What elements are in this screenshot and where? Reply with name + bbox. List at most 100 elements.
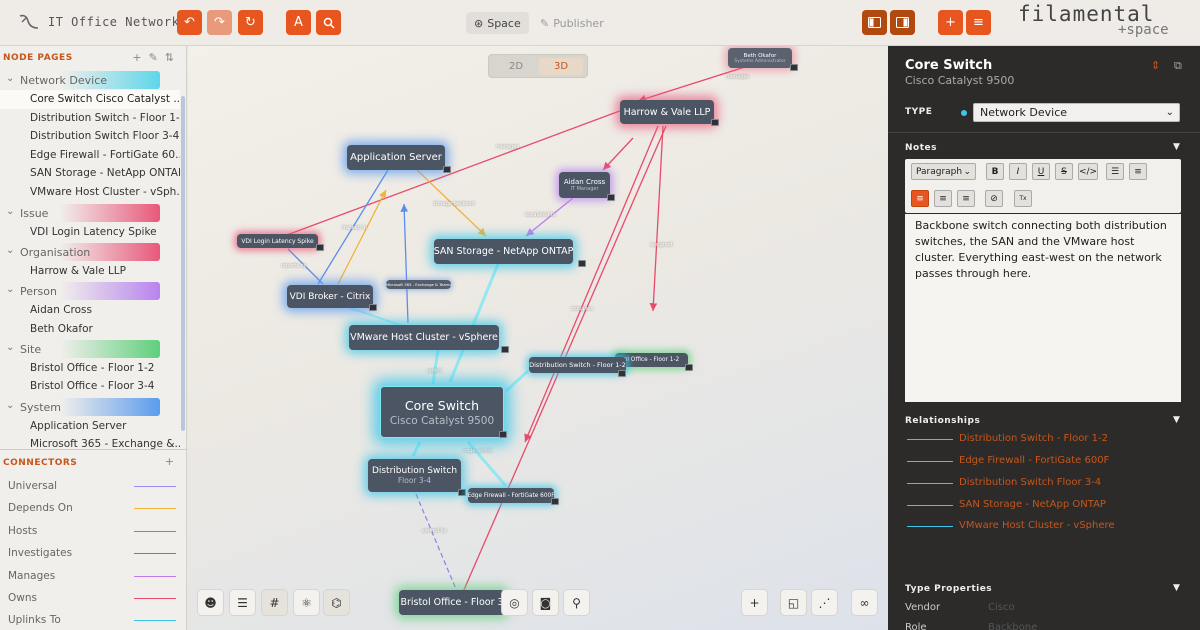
page-item[interactable]: Harrow & Vale LLP: [0, 262, 180, 281]
relationship-item[interactable]: SAN Storage - NetApp ONTAP: [905, 497, 1185, 515]
page-icon[interactable]: [578, 260, 586, 267]
page-icon[interactable]: [551, 498, 559, 505]
caret-down-icon[interactable]: ▼: [1173, 142, 1180, 152]
code-button[interactable]: </>: [1078, 163, 1098, 180]
page-item[interactable]: Core Switch Cisco Catalyst ...: [0, 90, 180, 109]
fingerprint-button[interactable]: ◎: [501, 589, 528, 616]
edge-harrow-aidan[interactable]: [602, 137, 634, 171]
connect-button[interactable]: ⋰: [811, 589, 838, 616]
connector-manages[interactable]: Manages: [8, 570, 55, 582]
sidebar-scrollbar[interactable]: [181, 96, 185, 431]
node-vdi-latency-issue[interactable]: VDI Login Latency Spike: [237, 234, 318, 248]
edge-core-dist12[interactable]: [504, 369, 530, 393]
page-icon[interactable]: [499, 431, 507, 438]
page-icon[interactable]: [607, 194, 615, 201]
edge-vmware-app[interactable]: [400, 203, 409, 324]
relationship-item[interactable]: Distribution Switch - Floor 1-2: [905, 431, 1185, 449]
page-item[interactable]: Bristol Office - Floor 3-4: [0, 377, 180, 396]
sort-arrows-icon[interactable]: ⇕: [1151, 59, 1160, 72]
view-2d-button[interactable]: 2D: [493, 58, 539, 75]
page-icon[interactable]: [711, 119, 719, 126]
page-item[interactable]: Aidan Cross: [0, 301, 180, 320]
page-item[interactable]: Distribution Switch - Floor 1-2: [0, 109, 180, 128]
toggle-right-panel-button[interactable]: [890, 10, 915, 35]
node-vdi-broker[interactable]: VDI Broker - Citrix: [287, 285, 373, 308]
align-center-button[interactable]: ≡: [934, 190, 952, 207]
node-edge-firewall[interactable]: Edge Firewall - FortiGate 600F: [467, 488, 555, 503]
add-connector-icon[interactable]: +: [165, 455, 174, 468]
mode-publisher-tab[interactable]: ✎ Publisher: [534, 12, 610, 34]
connector-owns[interactable]: Owns: [8, 592, 37, 604]
prop-value[interactable]: Backbone: [988, 622, 1037, 630]
caret-down-icon[interactable]: ▼: [1173, 415, 1180, 425]
group-person[interactable]: ⌄ Person: [0, 282, 176, 300]
paragraph-select[interactable]: Paragraph ⌄: [911, 163, 976, 180]
page-item[interactable]: VMware Host Cluster - vSph...: [0, 183, 180, 202]
prop-value[interactable]: Cisco: [988, 602, 1015, 613]
node-core-switch[interactable]: Core Switch Cisco Catalyst 9500: [380, 386, 504, 438]
edge-harrow-beth[interactable]: [637, 65, 749, 103]
redo-button[interactable]: ↷: [207, 10, 232, 35]
edge-vmware-core[interactable]: [431, 349, 440, 385]
node-harrow-vale[interactable]: Harrow & Vale LLP: [620, 100, 714, 124]
page-item[interactable]: Microsoft 365 - Exchange &...: [0, 435, 180, 449]
link-button[interactable]: ⊘: [985, 190, 1003, 207]
page-item[interactable]: Distribution Switch Floor 3-4: [0, 127, 180, 146]
page-icon[interactable]: [316, 244, 324, 251]
pin-button[interactable]: ⚲: [563, 589, 590, 616]
app-logo-icon[interactable]: [18, 13, 40, 33]
type-select[interactable]: Network Device ⌄: [973, 103, 1180, 122]
expand-icon[interactable]: ⧉: [1174, 59, 1182, 73]
node-microsoft-365[interactable]: Microsoft 365 - Exchange & Teams: [386, 280, 451, 289]
group-system[interactable]: ⌄ System: [0, 398, 176, 416]
edge-san-core[interactable]: [448, 263, 500, 383]
toggle-left-panel-button[interactable]: [862, 10, 887, 35]
underline-button[interactable]: U: [1032, 163, 1050, 180]
page-item[interactable]: VDI Login Latency Spike: [0, 223, 180, 242]
page-icon[interactable]: [369, 304, 377, 311]
node-vmware-cluster[interactable]: VMware Host Cluster - vSphere: [349, 325, 499, 350]
page-icon[interactable]: [618, 370, 626, 377]
relationship-item[interactable]: Edge Firewall - FortiGate 600F: [905, 453, 1185, 471]
style-button[interactable]: A: [286, 10, 311, 35]
sort-icon[interactable]: ⇅: [165, 51, 174, 64]
page-icon[interactable]: [685, 364, 693, 371]
add-note-button[interactable]: ◱: [780, 589, 807, 616]
group-issue[interactable]: ⌄ Issue: [0, 204, 176, 222]
page-item[interactable]: Application Server: [0, 417, 180, 436]
page-icon[interactable]: [790, 64, 798, 71]
node-san-storage[interactable]: SAN Storage - NetApp ONTAP: [434, 239, 573, 264]
numbered-list-button[interactable]: ≡: [1129, 163, 1147, 180]
page-item[interactable]: Beth Okafor: [0, 320, 180, 339]
add-node-button[interactable]: +: [938, 10, 963, 35]
node-aidan-cross[interactable]: Aidan Cross IT Manager: [559, 172, 610, 198]
align-right-button[interactable]: ≡: [957, 190, 975, 207]
bold-button[interactable]: B: [986, 163, 1004, 180]
grid-button[interactable]: #: [261, 589, 288, 616]
page-item[interactable]: Bristol Office - Floor 1-2: [0, 359, 180, 378]
italic-button[interactable]: I: [1009, 163, 1027, 180]
physics-button[interactable]: ⚛: [293, 589, 320, 616]
group-network-device[interactable]: ⌄ Network Device: [0, 71, 176, 89]
page-icon[interactable]: [443, 166, 451, 173]
caret-down-icon[interactable]: ▼: [1173, 583, 1180, 593]
undo-button[interactable]: ↶: [177, 10, 202, 35]
bullet-list-button[interactable]: ☰: [1106, 163, 1124, 180]
page-icon[interactable]: [458, 489, 466, 496]
page-item[interactable]: Edge Firewall - FortiGate 60...: [0, 146, 180, 165]
group-site[interactable]: ⌄ Site: [0, 340, 176, 358]
refresh-button[interactable]: ↻: [238, 10, 263, 35]
edge-core-dist34[interactable]: [411, 441, 422, 457]
link-button[interactable]: ∞: [851, 589, 878, 616]
align-button[interactable]: ☰: [229, 589, 256, 616]
connector-uplinks-to[interactable]: Uplinks To: [8, 614, 61, 626]
node-distribution-switch-1-2[interactable]: Distribution Switch - Floor 1-2: [529, 357, 626, 373]
brain-button[interactable]: ⌬: [323, 589, 350, 616]
page-icon[interactable]: [501, 346, 509, 353]
alien-mode-button[interactable]: ☻: [197, 589, 224, 616]
relationship-item[interactable]: Distribution Switch Floor 3-4: [905, 475, 1185, 493]
edit-icon[interactable]: ✎: [149, 51, 158, 64]
clear-format-button[interactable]: Tx: [1014, 190, 1032, 207]
strike-button[interactable]: S: [1055, 163, 1073, 180]
node-application-server[interactable]: Application Server: [347, 145, 445, 170]
